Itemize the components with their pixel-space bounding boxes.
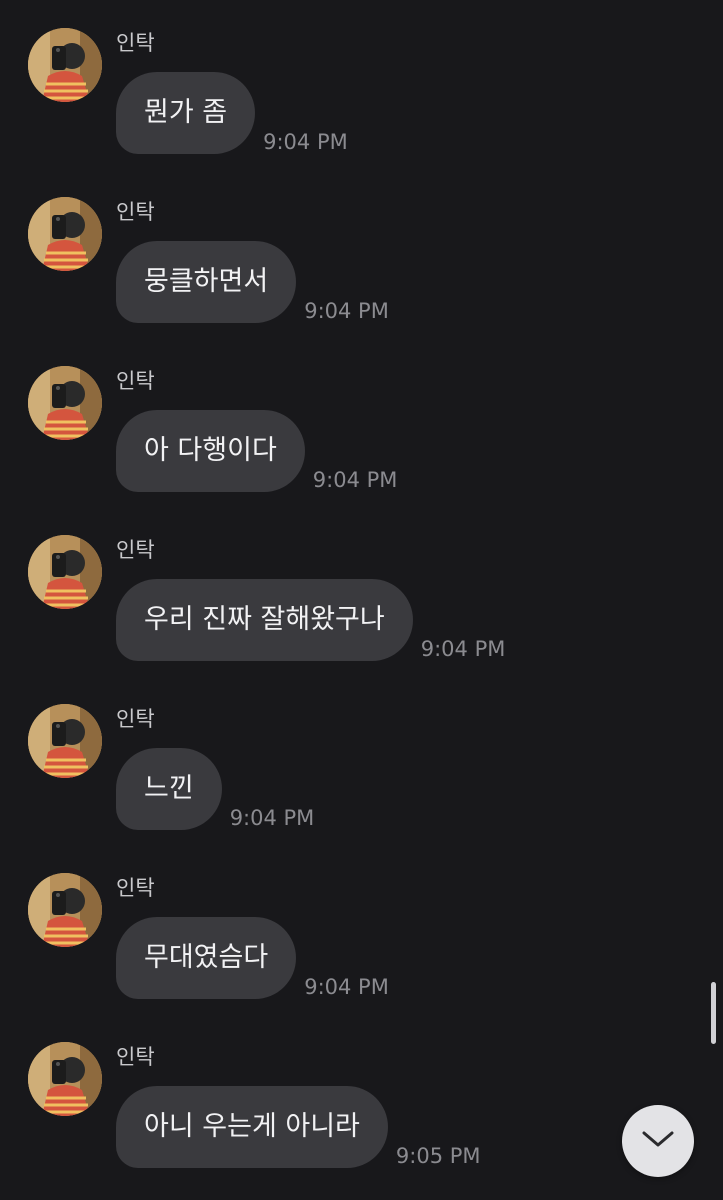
message-timestamp: 9:04 PM xyxy=(229,806,315,830)
sender-name: 인탁 xyxy=(116,369,155,393)
avatar[interactable] xyxy=(28,366,102,440)
avatar[interactable] xyxy=(28,1042,102,1116)
scrollbar-thumb[interactable] xyxy=(711,982,716,1044)
chat-message-list[interactable]: 인탁 뭔가 좀 9:04 PM 인탁 뭉클하면서 9:04 PM 인탁 아 다행… xyxy=(0,0,723,1200)
avatar[interactable] xyxy=(28,873,102,947)
message-timestamp: 9:04 PM xyxy=(312,468,398,492)
message-bubble[interactable]: 아니 우는게 아니라 xyxy=(116,1086,388,1168)
message-item: 인탁 느낀 9:04 PM xyxy=(0,676,723,845)
message-timestamp: 9:04 PM xyxy=(304,975,389,999)
avatar[interactable] xyxy=(28,535,102,609)
message-bubble[interactable]: 느낀 xyxy=(116,748,222,830)
sender-name: 인탁 xyxy=(116,707,155,731)
sender-name: 인탁 xyxy=(116,538,155,562)
avatar[interactable] xyxy=(28,28,102,102)
message-item: 인탁 무대였슴다 9:04 PM xyxy=(0,845,723,1014)
sender-name: 인탁 xyxy=(116,876,155,900)
avatar[interactable] xyxy=(28,704,102,778)
message-bubble[interactable]: 우리 진짜 잘해왔구나 xyxy=(116,579,413,661)
chevron-down-icon xyxy=(641,1129,675,1153)
sender-name: 인탁 xyxy=(116,1045,155,1069)
message-timestamp: 9:04 PM xyxy=(304,299,389,323)
sender-name: 인탁 xyxy=(116,31,155,55)
message-timestamp: 9:05 PM xyxy=(395,1144,481,1168)
message-item: 인탁 뭔가 좀 9:04 PM xyxy=(0,0,723,169)
message-bubble[interactable]: 뭔가 좀 xyxy=(116,72,256,154)
message-bubble[interactable]: 뭉클하면서 xyxy=(116,241,297,323)
message-item: 인탁 아니 우는게 아니라 9:05 PM xyxy=(0,1014,723,1183)
message-item: 인탁 우리 진짜 잘해왔구나 9:04 PM xyxy=(0,507,723,676)
message-bubble[interactable]: 아 다행이다 xyxy=(116,410,305,492)
message-item: 인탁 뭉클하면서 9:04 PM xyxy=(0,169,723,338)
scroll-to-bottom-button[interactable] xyxy=(622,1105,694,1177)
message-item: 인탁 아 다행이다 9:04 PM xyxy=(0,338,723,507)
message-timestamp: 9:04 PM xyxy=(263,130,348,154)
message-bubble[interactable]: 무대였슴다 xyxy=(116,917,297,999)
message-timestamp: 9:04 PM xyxy=(420,637,506,661)
sender-name: 인탁 xyxy=(116,200,155,224)
avatar[interactable] xyxy=(28,197,102,271)
